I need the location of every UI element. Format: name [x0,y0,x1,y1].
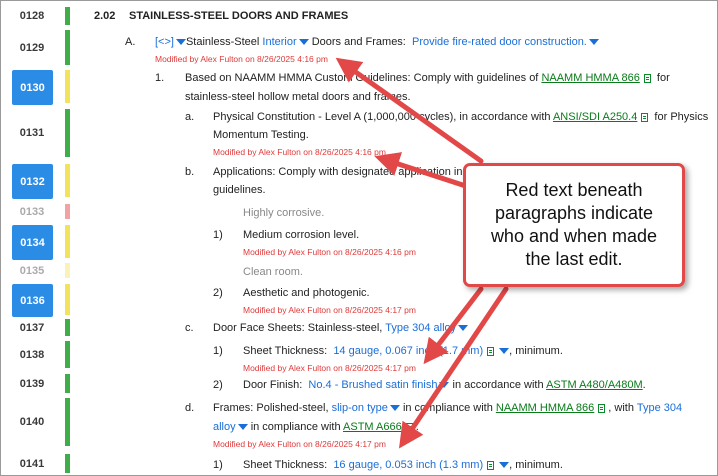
arrow-to-modified-note [335,57,484,164]
arrow-to-modified-note [423,286,484,365]
document-viewer: 0128 0129 0130 0131 0132 0133 0134 0135 0136 0137… [0,0,718,476]
callout-text: Red text beneath paragraphs indicate who… [490,180,658,269]
annotation-callout: Red text beneath paragraphs indicate who… [463,163,685,287]
arrow-to-modified-note [398,286,509,449]
